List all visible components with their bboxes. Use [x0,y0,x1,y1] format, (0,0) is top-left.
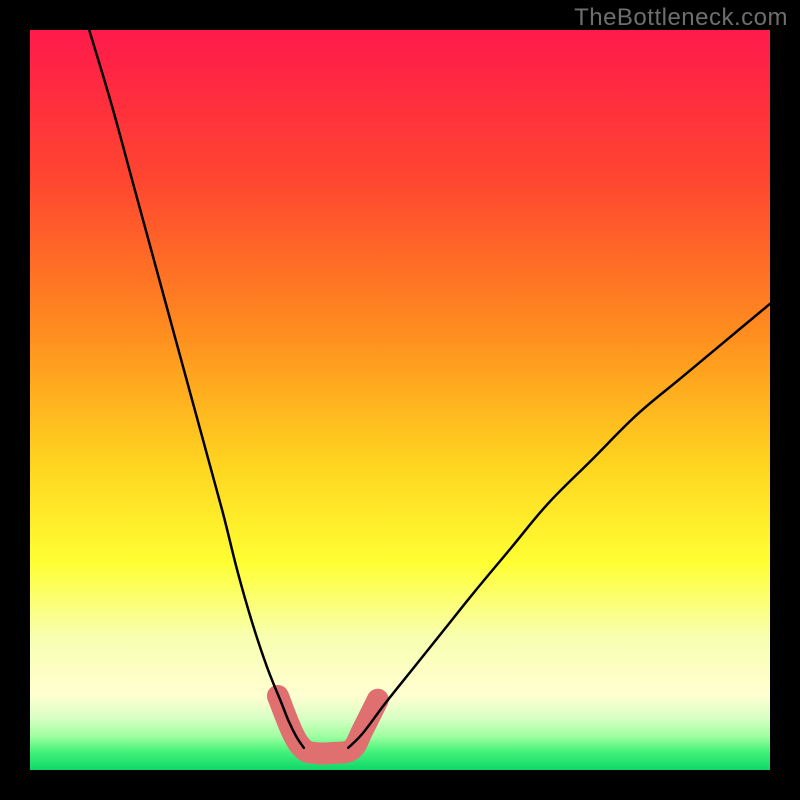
plot-area [30,30,770,770]
chart-svg [30,30,770,770]
background-gradient [30,30,770,770]
watermark-text: TheBottleneck.com [574,4,788,32]
chart-frame: TheBottleneck.com [0,0,800,800]
